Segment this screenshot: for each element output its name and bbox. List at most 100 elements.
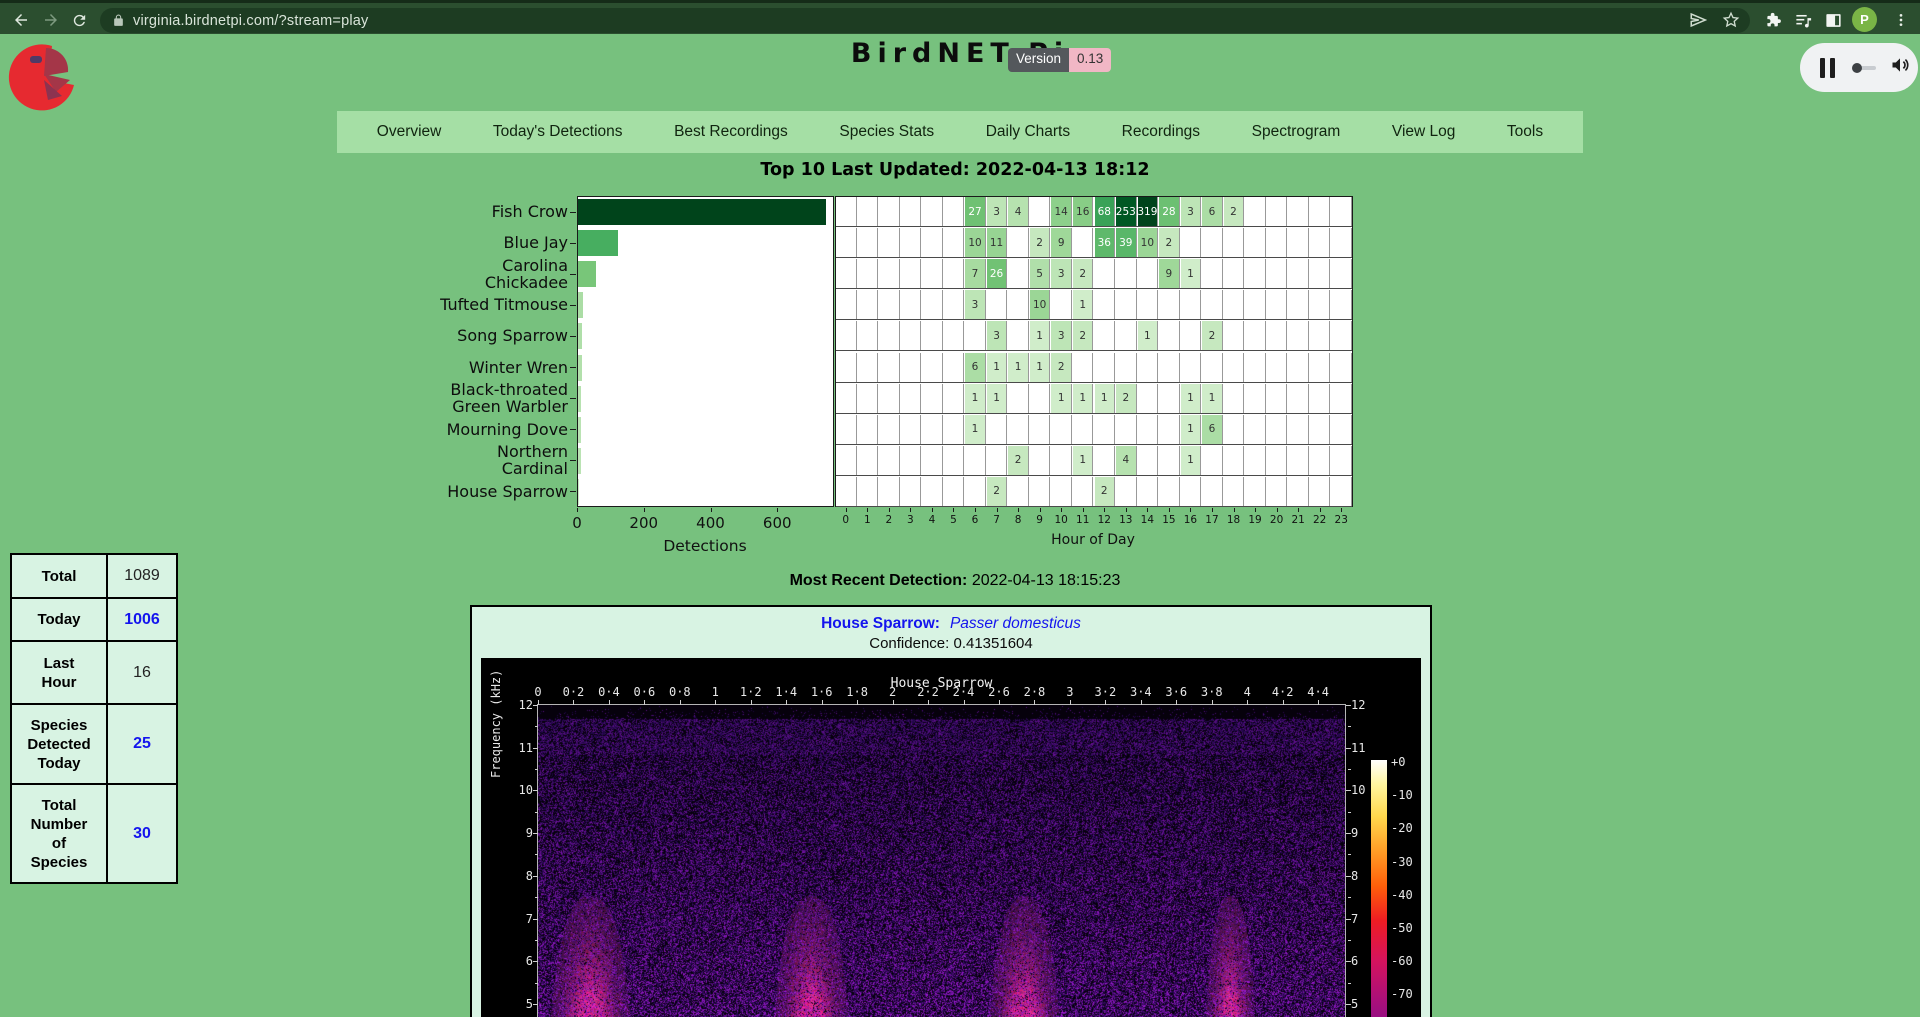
- heatmap-cell: [1224, 228, 1245, 257]
- heatmap-axis-title: Hour of Day: [993, 532, 1193, 548]
- freq-tick-label-right: 10: [1351, 783, 1365, 797]
- nav-item-recordings[interactable]: Recordings: [1122, 123, 1200, 141]
- hour-tick-label: 1: [857, 514, 877, 526]
- hour-tick-label: 22: [1310, 514, 1330, 526]
- time-tick-label: 1·4: [769, 685, 803, 699]
- heatmap-cell: 4: [1116, 446, 1137, 475]
- heatmap-cell: [1245, 446, 1266, 475]
- heatmap-cell: [944, 197, 965, 226]
- heatmap-cell: 2: [1073, 259, 1094, 288]
- url-bar[interactable]: virginia.birdnetpi.com/?stream=play: [100, 8, 1750, 33]
- back-icon[interactable]: [8, 7, 34, 33]
- heatmap-row: 2141: [836, 446, 1352, 476]
- heatmap-cell: 6: [965, 353, 986, 382]
- nav-item-today-s-detections[interactable]: Today's Detections: [493, 123, 623, 141]
- heatmap-cell: [944, 446, 965, 475]
- side-panel-icon[interactable]: [1820, 7, 1846, 33]
- heatmap-cell: [901, 446, 922, 475]
- stats-value-link[interactable]: 25: [133, 735, 151, 752]
- hour-tick: [997, 508, 998, 512]
- volume-icon[interactable]: [1890, 55, 1910, 80]
- audio-player[interactable]: [1800, 43, 1918, 92]
- heatmap-cell: 28: [1159, 197, 1180, 226]
- y-tick: [570, 305, 576, 306]
- heatmap-cell: [1267, 228, 1288, 257]
- heatmap-cell: [879, 321, 900, 350]
- nav-item-species-stats[interactable]: Species Stats: [839, 123, 934, 141]
- nav-item-daily-charts[interactable]: Daily Charts: [986, 123, 1070, 141]
- heatmap-row: 313212: [836, 321, 1352, 351]
- time-tick-label: 1·8: [840, 685, 874, 699]
- stats-value: 30: [107, 784, 177, 883]
- heatmap-cell: [1288, 477, 1309, 506]
- y-tick: [570, 460, 576, 461]
- nav-item-best-recordings[interactable]: Best Recordings: [674, 123, 788, 141]
- hour-tick: [1104, 508, 1105, 512]
- heatmap-cell: 14: [1051, 197, 1072, 226]
- media-controls-icon[interactable]: [1790, 7, 1816, 33]
- page-title: BirdNET-Pi: [0, 38, 1920, 69]
- freq-tick-label-right: 6: [1351, 954, 1358, 968]
- pause-icon[interactable]: [1820, 58, 1840, 78]
- nav-item-spectrogram[interactable]: Spectrogram: [1252, 123, 1341, 141]
- forward-icon[interactable]: [38, 7, 64, 33]
- heatmap-cell: [1116, 321, 1137, 350]
- time-tick-label: 4·4: [1301, 685, 1335, 699]
- nav-item-tools[interactable]: Tools: [1507, 123, 1543, 141]
- profile-avatar[interactable]: P: [1852, 7, 1877, 32]
- detection-species-name[interactable]: House Sparrow:: [821, 615, 940, 632]
- heatmap-cell: 1: [965, 415, 986, 444]
- time-tick-label: 0: [521, 685, 555, 699]
- version-label: Version: [1008, 48, 1069, 72]
- heatmap-cell: [922, 197, 943, 226]
- detections-bar-plot: [577, 196, 834, 507]
- bar-x-tick: [577, 508, 578, 512]
- heatmap-cell: [858, 228, 879, 257]
- heatmap-cell: [944, 290, 965, 319]
- time-tick: [1283, 700, 1284, 705]
- heatmap-cell: [922, 321, 943, 350]
- stats-value-link[interactable]: 1006: [124, 611, 160, 628]
- heatmap-cell: [1245, 415, 1266, 444]
- send-icon[interactable]: [1685, 7, 1711, 33]
- heatmap-cell: [965, 446, 986, 475]
- stats-value: 25: [107, 704, 177, 784]
- freq-tick-label-left: 8: [511, 869, 533, 883]
- hour-tick-label: 13: [1116, 514, 1136, 526]
- version-value: 0.13: [1069, 48, 1111, 72]
- heatmap-cell: 4: [1008, 197, 1029, 226]
- heatmap-cell: [1181, 290, 1202, 319]
- heatmap-cell: [1224, 321, 1245, 350]
- seek-slider[interactable]: [1854, 66, 1876, 70]
- freq-tick-right: [1346, 748, 1351, 749]
- time-tick-label: 2·4: [947, 685, 981, 699]
- stats-value-link[interactable]: 30: [133, 825, 151, 842]
- heatmap-cell: [1008, 259, 1029, 288]
- heatmap-cell: [1181, 353, 1202, 382]
- hour-tick: [889, 508, 890, 512]
- heatmap-cell: 10: [1138, 228, 1159, 257]
- bar-axis-title: Detections: [605, 537, 805, 555]
- heatmap-cell: [1310, 290, 1331, 319]
- time-tick-label: 2·8: [1017, 685, 1051, 699]
- heatmap-cell: [836, 197, 857, 226]
- species-label: NorthernCardinal: [408, 443, 568, 477]
- heatmap-cell: [1138, 384, 1159, 413]
- freq-tick-right: [1346, 790, 1351, 791]
- time-tick-label: 3: [1053, 685, 1087, 699]
- time-tick-label: 2·6: [982, 685, 1016, 699]
- heatmap-cell: 1: [1030, 353, 1051, 382]
- time-tick: [573, 700, 574, 705]
- reload-icon[interactable]: [66, 7, 92, 33]
- stats-row: Today1006: [11, 598, 177, 641]
- nav-item-overview[interactable]: Overview: [377, 123, 442, 141]
- freq-tick-right: [1346, 705, 1351, 706]
- menu-kebab-icon[interactable]: [1888, 7, 1914, 33]
- nav-item-view-log[interactable]: View Log: [1392, 123, 1455, 141]
- hour-tick: [1083, 508, 1084, 512]
- bookmark-star-icon[interactable]: [1718, 7, 1744, 33]
- heatmap-cell: [901, 477, 922, 506]
- detections-bar: [578, 199, 826, 225]
- freq-tick-label-left: 10: [511, 783, 533, 797]
- extensions-puzzle-icon[interactable]: [1760, 7, 1786, 33]
